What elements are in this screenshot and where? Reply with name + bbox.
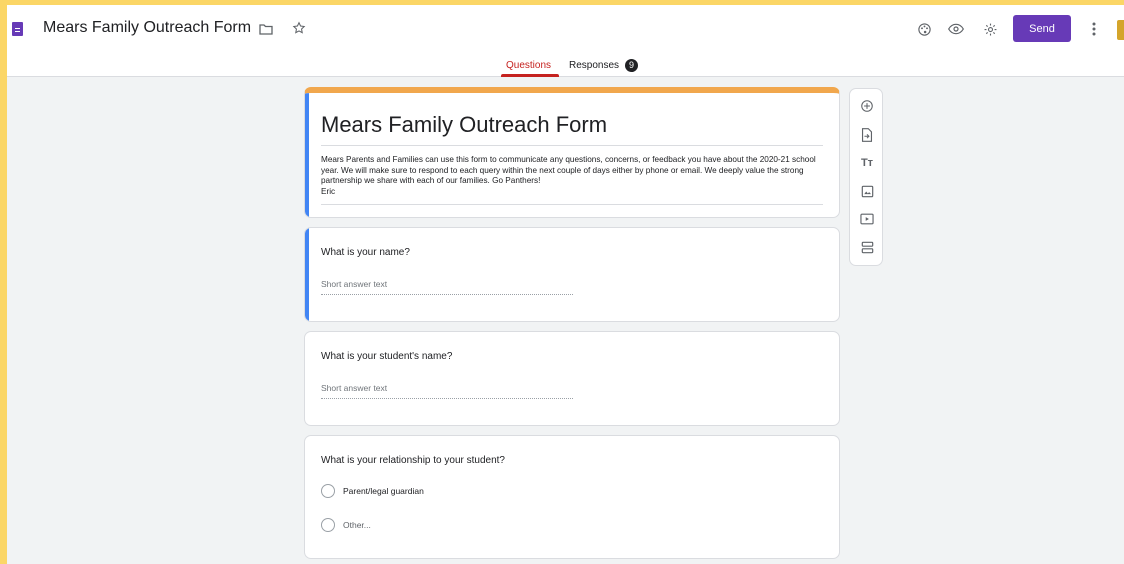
preview-eye-icon[interactable] xyxy=(947,20,965,38)
form-description-text: Mears Parents and Families can use this … xyxy=(321,155,816,186)
tab-responses-label: Responses xyxy=(569,60,620,72)
add-video-icon[interactable] xyxy=(857,209,877,229)
question-title[interactable]: What is your relationship to your studen… xyxy=(321,455,505,466)
add-section-icon[interactable] xyxy=(857,237,877,257)
radio-option-label: Parent/legal guardian xyxy=(343,486,424,496)
send-button[interactable]: Send xyxy=(1013,15,1071,42)
import-questions-icon[interactable] xyxy=(857,125,877,145)
forms-app: Mears Family Outreach Form Send Question… xyxy=(7,5,1124,564)
radio-button[interactable] xyxy=(321,518,335,532)
radio-button[interactable] xyxy=(321,484,335,498)
more-vert-icon[interactable] xyxy=(1088,20,1100,38)
document-title[interactable]: Mears Family Outreach Form xyxy=(43,19,251,37)
description-underline xyxy=(321,204,823,205)
question-card-student-name[interactable]: What is your student's name? Short answe… xyxy=(304,331,840,426)
avatar[interactable] xyxy=(1117,20,1124,40)
settings-gear-icon[interactable] xyxy=(981,20,999,38)
add-question-icon[interactable] xyxy=(857,96,877,116)
tab-questions[interactable]: Questions xyxy=(506,60,551,71)
palette-icon[interactable] xyxy=(915,20,933,38)
short-answer-field: Short answer text xyxy=(321,279,573,295)
short-answer-field: Short answer text xyxy=(321,383,573,399)
question-card-relationship[interactable]: What is your relationship to your studen… xyxy=(304,435,840,559)
question-card-name[interactable]: What is your name? Short answer text xyxy=(304,227,840,322)
radio-option-label: Other... xyxy=(343,520,371,530)
question-title[interactable]: What is your student's name? xyxy=(321,351,452,362)
add-image-icon[interactable] xyxy=(857,181,877,201)
tab-responses[interactable]: Responses 9 xyxy=(569,59,639,72)
radio-option[interactable]: Parent/legal guardian xyxy=(321,484,424,498)
form-description-signature: Eric xyxy=(321,186,336,196)
title-underline xyxy=(321,145,823,146)
question-toolbar: Tт xyxy=(849,88,883,266)
top-bar: Mears Family Outreach Form Send Question… xyxy=(7,5,1124,77)
active-tab-indicator xyxy=(501,74,559,77)
docs-icon[interactable] xyxy=(12,22,23,36)
form-header-card[interactable]: Mears Family Outreach Form Mears Parents… xyxy=(304,87,840,218)
radio-option-other[interactable]: Other... xyxy=(321,518,371,532)
add-title-icon[interactable]: Tт xyxy=(857,153,877,173)
star-icon[interactable] xyxy=(291,20,307,36)
responses-count-badge: 9 xyxy=(625,59,639,72)
question-title[interactable]: What is your name? xyxy=(321,247,410,258)
form-title[interactable]: Mears Family Outreach Form xyxy=(321,112,607,138)
form-description[interactable]: Mears Parents and Families can use this … xyxy=(321,155,821,197)
folder-icon[interactable] xyxy=(258,21,274,37)
